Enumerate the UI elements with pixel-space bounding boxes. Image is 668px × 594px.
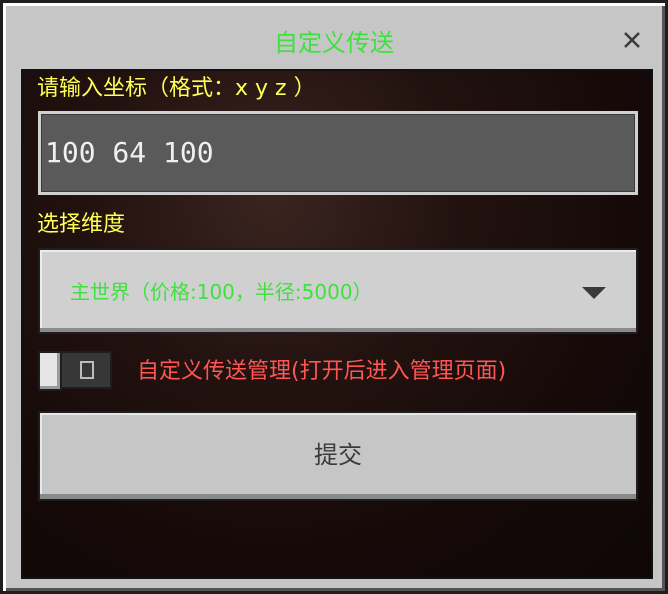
submit-button[interactable]: 提交 [38,411,638,501]
coordinates-input[interactable]: 100 64 100 [38,111,638,195]
dialog-content: 请输入坐标（格式：x y z ） 100 64 100 选择维度 主世界（价格:… [21,69,653,579]
chevron-down-icon [582,286,606,305]
dialog-title: 自定义传送 [274,29,394,57]
close-icon [624,32,640,48]
dimension-label: 选择维度 [37,212,126,237]
coordinates-label: 请输入坐标（格式：x y z ） [37,76,316,101]
custom-teleport-dialog: 自定义传送 请输入坐标（格式：x y z ） 100 64 100 选择维度 主… [0,0,668,594]
manage-toggle-label: 自定义传送管理(打开后进入管理页面) [137,359,507,384]
close-button[interactable] [619,27,645,53]
dimension-dropdown[interactable]: 主世界（价格:100，半径:5000） [38,248,638,334]
toggle-knob [38,351,62,391]
manage-toggle[interactable] [38,351,114,391]
dimension-selected-value: 主世界（价格:100，半径:5000） [70,280,373,304]
toggle-off-icon [80,361,94,379]
